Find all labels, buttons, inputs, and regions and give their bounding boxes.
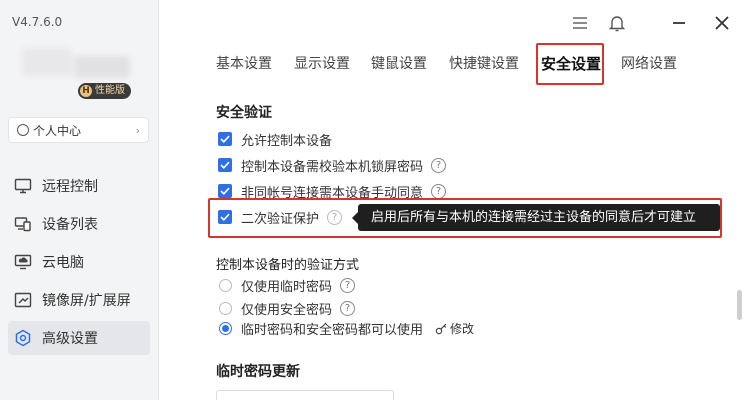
key-icon bbox=[435, 323, 447, 334]
radio-temp-password-only[interactable]: 仅使用临时密码 ? bbox=[218, 275, 356, 295]
option-label: 控制本设备需校验本机锁屏密码 bbox=[241, 159, 424, 175]
help-icon[interactable]: ? bbox=[431, 183, 447, 199]
badge-text: 性能版 bbox=[95, 85, 125, 96]
scrollbar[interactable] bbox=[737, 290, 742, 320]
option-allow-control[interactable]: 允许控制本设备 bbox=[218, 129, 332, 149]
checkbox-checked-icon[interactable] bbox=[218, 132, 232, 146]
tab-shortcut-settings[interactable]: 快捷键设置 bbox=[449, 54, 519, 74]
edition-badge: H 性能版 bbox=[78, 83, 131, 99]
chevron-right-icon: › bbox=[135, 123, 140, 137]
checkbox-checked-icon[interactable] bbox=[218, 184, 232, 198]
badge-letter: H bbox=[80, 85, 92, 97]
personal-center-button[interactable]: 个人中心 › bbox=[8, 117, 149, 143]
tab-display-settings[interactable]: 显示设置 bbox=[294, 54, 350, 74]
sidebar-item-label: 镜像屏/扩展屏 bbox=[42, 293, 131, 309]
tab-keyboard-mouse-settings[interactable]: 键鼠设置 bbox=[371, 54, 427, 74]
radio-button[interactable] bbox=[219, 301, 232, 315]
version-label: V4.7.6.0 bbox=[12, 15, 63, 29]
personal-center-label: 个人中心 bbox=[33, 123, 82, 138]
sidebar-item-advanced-settings[interactable]: 高级设置 bbox=[8, 321, 150, 355]
radio-button[interactable] bbox=[219, 278, 232, 292]
radio-security-password-only[interactable]: 仅使用安全密码 ? bbox=[218, 298, 356, 318]
sidebar: V4.7.6.0 H 性能版 个人中心 › 远程控制 设备列表 云电脑 镜像屏/… bbox=[0, 0, 159, 400]
temp-password-update-select[interactable] bbox=[216, 390, 394, 400]
tooltip: 启用后所有与本机的连接需经过主设备的同意后才可建立 bbox=[352, 204, 720, 231]
devices-icon bbox=[14, 215, 32, 233]
help-icon[interactable]: ? bbox=[431, 157, 447, 173]
option-label: 仅使用临时密码 bbox=[241, 279, 333, 295]
sidebar-item-label: 高级设置 bbox=[42, 331, 98, 347]
tab-basic-settings[interactable]: 基本设置 bbox=[216, 54, 272, 74]
user-icon bbox=[17, 124, 29, 136]
modify-label: 修改 bbox=[450, 321, 475, 336]
tab-network-settings[interactable]: 网络设置 bbox=[621, 54, 677, 74]
help-icon[interactable]: ? bbox=[340, 277, 356, 293]
bell-icon[interactable] bbox=[606, 12, 628, 34]
option-lockscreen-password[interactable]: 控制本设备需校验本机锁屏密码 ? bbox=[218, 155, 447, 175]
monitor-icon bbox=[14, 177, 32, 195]
checkbox-checked-icon[interactable] bbox=[218, 158, 232, 172]
sidebar-item-label: 设备列表 bbox=[42, 217, 98, 233]
user-name-blurred bbox=[74, 56, 130, 78]
security-section-title: 安全验证 bbox=[216, 105, 272, 121]
sidebar-item-label: 远程控制 bbox=[42, 179, 98, 195]
option-label: 临时密码和安全密码都可以使用 bbox=[241, 322, 424, 338]
modify-link[interactable]: 修改 bbox=[435, 320, 474, 337]
radio-both-passwords[interactable]: 临时密码和安全密码都可以使用 修改 bbox=[218, 318, 474, 338]
option-label: 允许控制本设备 bbox=[241, 133, 333, 149]
settings-icon bbox=[14, 329, 32, 347]
menu-icon[interactable] bbox=[570, 12, 590, 34]
temp-password-title: 临时密码更新 bbox=[216, 364, 300, 380]
help-icon[interactable]: ? bbox=[340, 300, 356, 316]
sidebar-item-mirror-screen[interactable]: 镜像屏/扩展屏 bbox=[8, 283, 150, 317]
active-tab-highlight bbox=[536, 43, 604, 85]
sidebar-item-remote-control[interactable]: 远程控制 bbox=[8, 169, 150, 203]
radio-button-selected[interactable] bbox=[219, 321, 232, 335]
sidebar-item-cloud-pc[interactable]: 云电脑 bbox=[8, 245, 150, 279]
close-icon[interactable] bbox=[711, 12, 733, 34]
avatar[interactable] bbox=[22, 48, 72, 76]
cloud-pc-icon bbox=[14, 253, 32, 271]
verify-method-title: 控制本设备时的验证方式 bbox=[216, 258, 360, 273]
option-label: 仅使用安全密码 bbox=[241, 302, 333, 318]
sidebar-item-label: 云电脑 bbox=[42, 255, 84, 271]
mirror-screen-icon bbox=[14, 291, 32, 309]
minimize-icon[interactable] bbox=[668, 12, 690, 34]
sidebar-item-device-list[interactable]: 设备列表 bbox=[8, 207, 150, 241]
